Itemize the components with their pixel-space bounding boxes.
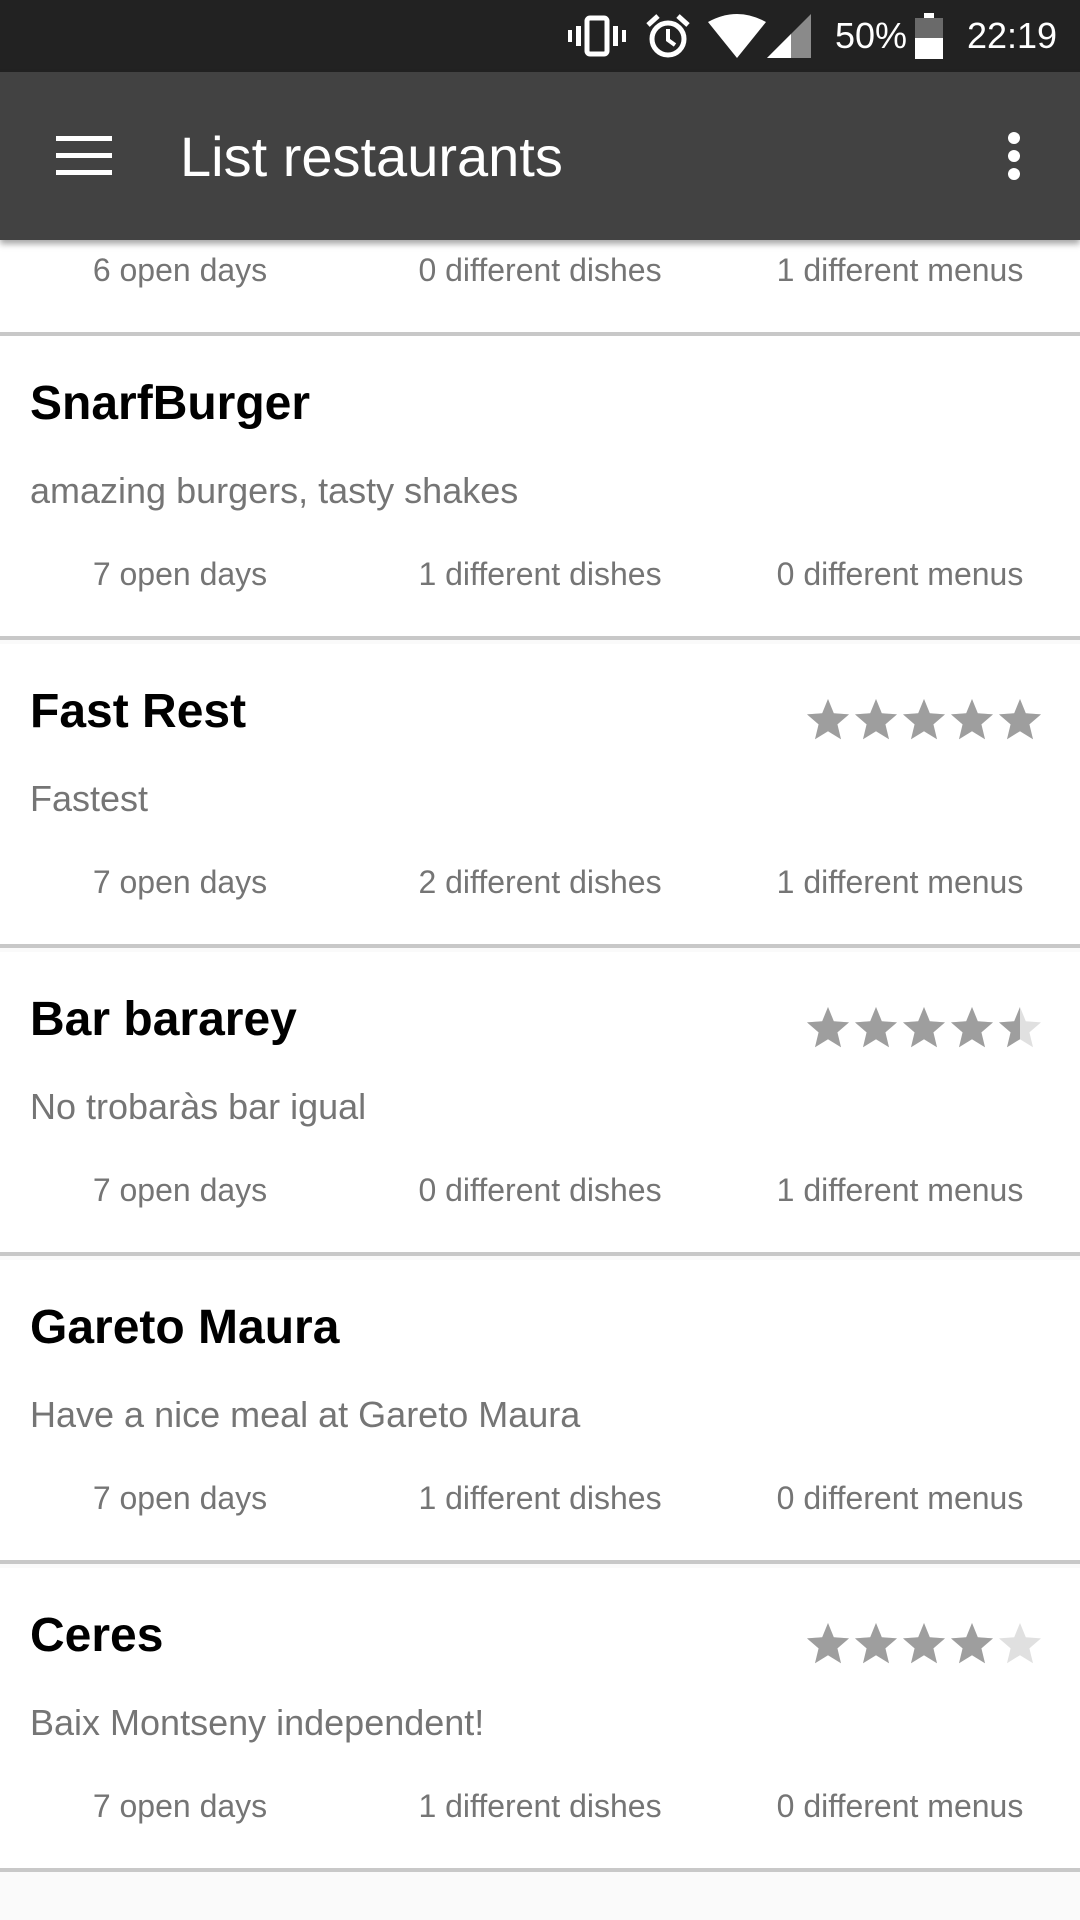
restaurant-stats: 7 open days 2 different dishes 1 differe… — [0, 864, 1080, 908]
battery-icon — [914, 0, 944, 72]
star-icon — [807, 1623, 849, 1664]
restaurant-name: Ceres — [30, 1609, 164, 1662]
restaurant-card[interactable]: SnarfBurger amazing burgers, tasty shake… — [0, 336, 1080, 640]
open-days: 7 open days — [92, 1172, 268, 1208]
restaurant-stats: 7 open days 1 different dishes 0 differe… — [0, 556, 1080, 600]
restaurant-card[interactable]: 6 open days 0 different dishes 1 differe… — [0, 240, 1080, 336]
menu-count: 1 different menus — [776, 252, 1024, 288]
open-days: 7 open days — [92, 864, 268, 900]
app-bar: List restaurants — [0, 72, 1080, 240]
menu-count: 1 different menus — [776, 864, 1024, 900]
restaurant-stats: 6 open days 0 different dishes 1 differe… — [0, 252, 1080, 296]
star-icon — [903, 699, 945, 740]
star-icon — [855, 1623, 897, 1664]
restaurant-card[interactable]: Gareto Maura Have a nice meal at Gareto … — [0, 1260, 1080, 1564]
dish-count: 1 different dishes — [418, 556, 662, 592]
star-icon — [999, 1623, 1041, 1664]
open-days: 7 open days — [92, 556, 268, 592]
restaurant-list[interactable]: 6 open days 0 different dishes 1 differe… — [0, 240, 1080, 1920]
star-rating — [804, 1004, 1044, 1052]
star-icon — [807, 699, 849, 740]
clock: 22:19 — [966, 15, 1058, 56]
star-icon — [855, 1007, 897, 1048]
restaurant-name: Bar bararey — [30, 993, 297, 1046]
star-icon — [951, 1007, 993, 1048]
dish-count: 0 different dishes — [418, 1172, 662, 1208]
star-icon — [951, 699, 993, 740]
restaurant-name: Fast Rest — [30, 685, 247, 738]
star-icon — [855, 699, 897, 740]
page-title: List restaurants — [180, 124, 563, 188]
open-days: 6 open days — [92, 252, 268, 288]
open-days: 7 open days — [92, 1788, 268, 1824]
hamburger-menu-icon[interactable] — [30, 108, 138, 204]
vibrate-icon — [566, 0, 628, 72]
restaurant-description: amazing burgers, tasty shakes — [30, 470, 519, 511]
star-icon — [999, 699, 1041, 740]
restaurant-description: No trobaràs bar igual — [30, 1086, 367, 1127]
star-icon — [999, 1007, 1041, 1048]
more-vert-icon[interactable] — [966, 108, 1062, 204]
star-icon — [903, 1623, 945, 1664]
menu-count: 0 different menus — [776, 1788, 1024, 1824]
dish-count: 1 different dishes — [418, 1480, 662, 1516]
restaurant-description: Fastest — [30, 778, 149, 819]
restaurant-description: Baix Montseny independent! — [30, 1702, 485, 1743]
restaurant-name: Gareto Maura — [30, 1301, 340, 1354]
alarm-icon — [642, 0, 694, 72]
star-icon — [807, 1007, 849, 1048]
status-bar: 50% 22:19 — [0, 0, 1080, 72]
restaurant-stats: 7 open days 1 different dishes 0 differe… — [0, 1788, 1080, 1832]
star-icon — [903, 1007, 945, 1048]
open-days: 7 open days — [92, 1480, 268, 1516]
restaurant-name: SnarfBurger — [30, 377, 311, 430]
menu-count: 1 different menus — [776, 1172, 1024, 1208]
dish-count: 1 different dishes — [418, 1788, 662, 1824]
dish-count: 2 different dishes — [418, 864, 662, 900]
star-rating — [804, 1620, 1044, 1668]
menu-count: 0 different menus — [776, 1480, 1024, 1516]
restaurant-card[interactable]: Ceres Baix Montseny independent! 7 open … — [0, 1568, 1080, 1872]
star-icon — [951, 1623, 993, 1664]
menu-count: 0 different menus — [776, 556, 1024, 592]
star-rating — [804, 696, 1044, 744]
restaurant-stats: 7 open days 0 different dishes 1 differe… — [0, 1172, 1080, 1216]
wifi-icon — [706, 0, 768, 72]
restaurant-stats: 7 open days 1 different dishes 0 differe… — [0, 1480, 1080, 1524]
battery-percent: 50% — [834, 15, 908, 56]
signal-icon — [766, 0, 812, 72]
restaurant-card[interactable]: Bar bararey No trobaràs bar igual 7 open… — [0, 952, 1080, 1256]
restaurant-card[interactable]: Fast Rest Fastest 7 open days 2 differen… — [0, 644, 1080, 948]
restaurant-description: Have a nice meal at Gareto Maura — [30, 1394, 581, 1435]
dish-count: 0 different dishes — [418, 252, 662, 288]
